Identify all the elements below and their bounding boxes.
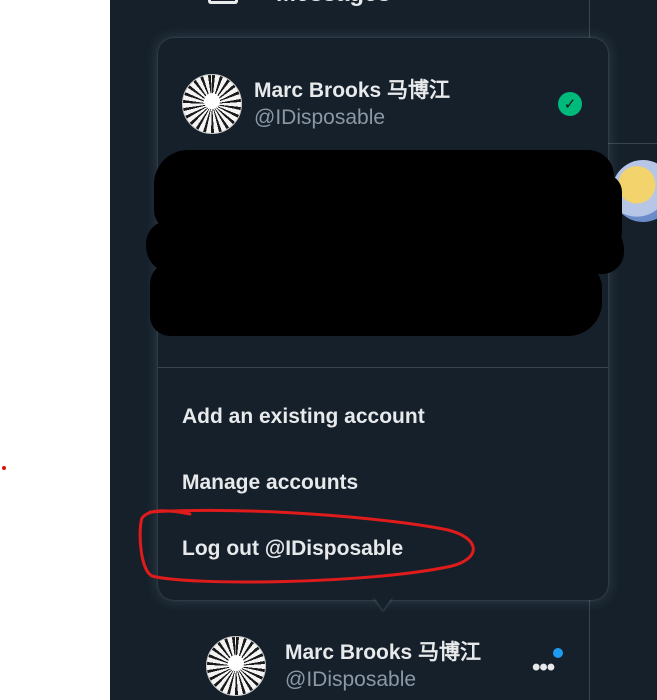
account-name: Marc Brooks 马博江 (285, 641, 482, 664)
current-account[interactable]: Marc Brooks 马博江 @IDisposable ✓ (182, 74, 586, 134)
account-handle: @IDisposable (254, 106, 386, 129)
more-horizontal-icon[interactable]: ••• (532, 654, 555, 682)
avatar (182, 74, 242, 134)
menu-divider (158, 367, 608, 368)
avatar (206, 636, 266, 696)
envelope-icon[interactable] (208, 0, 238, 4)
manage-accounts-item[interactable]: Manage accounts (182, 471, 358, 495)
account-name: Marc Brooks 马博江 (254, 79, 451, 102)
account-switcher-button[interactable]: Marc Brooks 马博江 @IDisposable ••• (206, 636, 576, 700)
redaction-scribble (146, 150, 624, 346)
account-handle: @IDisposable (285, 668, 417, 691)
notification-dot (553, 648, 563, 658)
add-existing-account-item[interactable]: Add an existing account (182, 405, 425, 429)
annotation-circle (138, 508, 475, 584)
check-icon: ✓ (558, 92, 582, 116)
nav-messages-label[interactable]: Messages (276, 0, 391, 8)
stray-red-mark (2, 466, 6, 470)
